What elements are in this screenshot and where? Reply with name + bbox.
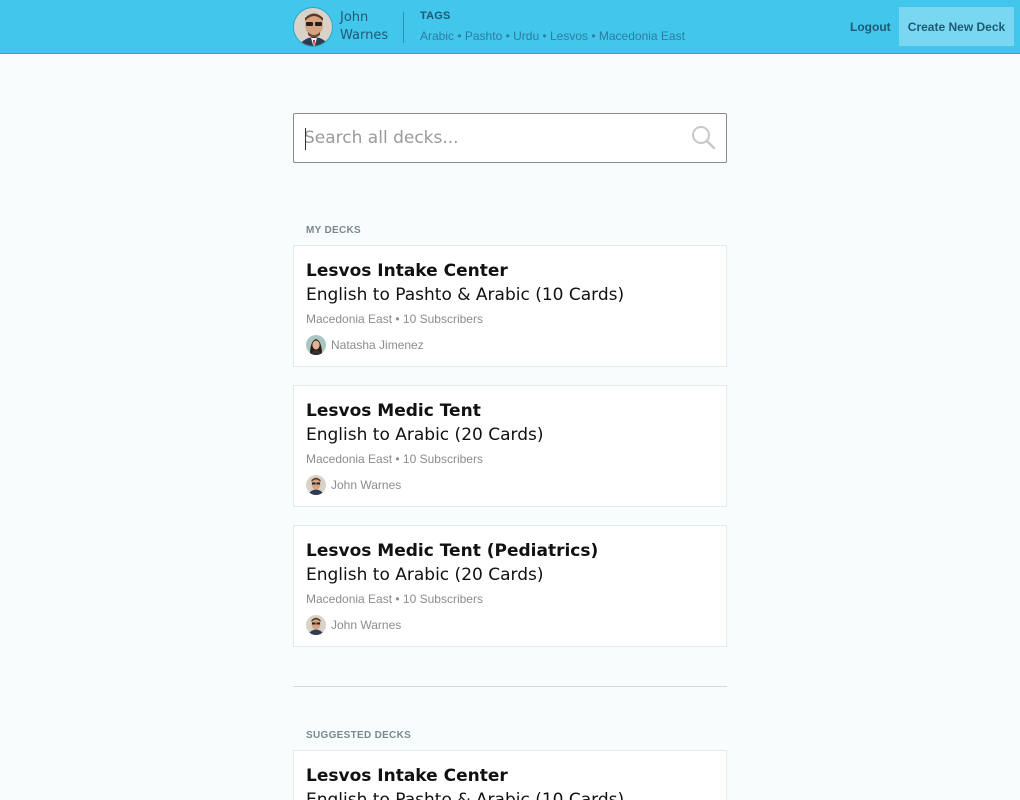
logout-link[interactable]: Logout — [850, 20, 891, 34]
tags-list[interactable]: Arabic • Pashto • Urdu • Lesvos • Macedo… — [420, 29, 685, 43]
deck-subtitle: English to Pashto & Arabic (10 Cards) — [306, 285, 625, 305]
top-bar: John Warnes TAGS Arabic • Pashto • Urdu … — [0, 0, 1020, 54]
deck-subtitle: English to Arabic (20 Cards) — [306, 565, 544, 585]
avatar — [306, 615, 326, 635]
search-box — [293, 113, 727, 163]
avatar — [306, 335, 326, 355]
deck-author: John Warnes — [306, 615, 401, 635]
avatar[interactable] — [293, 7, 333, 47]
tags-panel: TAGS Arabic • Pashto • Urdu • Lesvos • M… — [420, 10, 685, 43]
user-name: John Warnes — [340, 10, 389, 43]
search-input[interactable] — [304, 124, 674, 152]
deck-subtitle: English to Pashto & Arabic (10 Cards) — [306, 790, 625, 800]
header-divider — [403, 12, 404, 43]
my-decks-heading: MY DECKS — [306, 225, 362, 236]
deck-title: Lesvos Medic Tent — [306, 401, 481, 421]
suggested-decks-heading: SUGGESTED DECKS — [306, 730, 412, 741]
deck-card[interactable]: Lesvos Medic Tent (Pediatrics) English t… — [293, 525, 727, 647]
section-divider — [293, 686, 727, 687]
author-name: John Warnes — [331, 478, 402, 492]
deck-title: Lesvos Intake Center — [306, 766, 508, 786]
deck-title: Lesvos Intake Center — [306, 261, 508, 281]
deck-author: Natasha Jimenez — [306, 335, 424, 355]
author-name: Natasha Jimenez — [331, 338, 424, 352]
deck-card[interactable]: Lesvos Intake Center English to Pashto &… — [293, 245, 727, 367]
deck-meta: Macedonia East • 10 Subscribers — [306, 312, 483, 326]
text-cursor — [305, 128, 306, 150]
author-name: John Warnes — [331, 618, 402, 632]
user-profile[interactable]: John Warnes — [293, 7, 396, 47]
deck-meta: Macedonia East • 10 Subscribers — [306, 452, 483, 466]
create-new-deck-button[interactable]: Create New Deck — [899, 7, 1014, 46]
deck-author: John Warnes — [306, 475, 401, 495]
avatar — [306, 475, 326, 495]
deck-card[interactable]: Lesvos Intake Center English to Pashto &… — [293, 750, 727, 800]
deck-meta: Macedonia East • 10 Subscribers — [306, 592, 483, 606]
deck-card[interactable]: Lesvos Medic Tent English to Arabic (20 … — [293, 385, 727, 507]
tags-title: TAGS — [420, 10, 451, 22]
deck-subtitle: English to Arabic (20 Cards) — [306, 425, 544, 445]
search-icon[interactable] — [690, 124, 716, 150]
deck-title: Lesvos Medic Tent (Pediatrics) — [306, 541, 599, 561]
